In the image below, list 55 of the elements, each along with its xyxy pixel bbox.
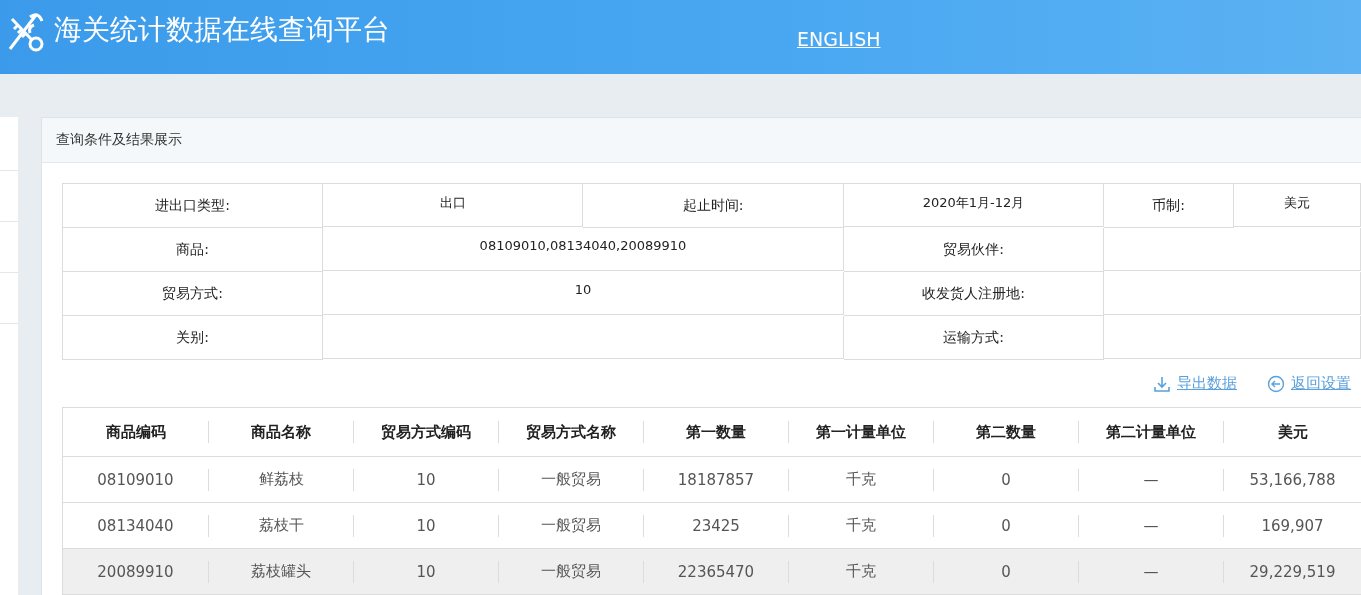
column-header: 美元 — [1277, 422, 1308, 442]
table-cell: 10 — [416, 470, 436, 489]
table-cell: 一般贸易 — [541, 562, 601, 581]
condition-label: 币制: — [1104, 184, 1234, 228]
table-cell: 10 — [416, 562, 436, 581]
condition-label: 收发货人注册地: — [844, 272, 1104, 316]
condition-label: 起止时间: — [583, 184, 844, 228]
download-icon — [1153, 374, 1171, 393]
table-cell: 0 — [1001, 470, 1011, 489]
column-header: 贸易方式名称 — [526, 422, 616, 442]
condition-value: 美元 — [1234, 184, 1361, 227]
table-cell: 29,229,519 — [1249, 562, 1336, 581]
panel-title: 查询条件及结果展示 — [56, 131, 182, 149]
condition-value: 10 — [323, 272, 844, 315]
table-cell: 0 — [1001, 562, 1011, 581]
table-cell: 鲜荔枝 — [258, 470, 304, 489]
table-cell: 08134040 — [97, 516, 174, 535]
table-cell: 10 — [416, 516, 436, 535]
condition-label: 商品: — [63, 228, 323, 272]
table-cell: 荔枝干 — [258, 516, 304, 535]
site-title: 海关统计数据在线查询平台 — [54, 12, 390, 48]
column-header: 第二计量单位 — [1106, 422, 1196, 442]
condition-label: 进出口类型: — [63, 184, 323, 228]
condition-label: 关别: — [63, 316, 323, 360]
condition-value: 出口 — [323, 184, 583, 227]
table-cell: 08109010 — [97, 470, 174, 489]
condition-label: 贸易方式: — [63, 272, 323, 316]
table-cell: 23425 — [692, 516, 740, 535]
column-header: 商品编码 — [105, 422, 166, 442]
table-cell: — — [1143, 470, 1159, 489]
table-cell: 20089910 — [97, 562, 174, 581]
column-header: 贸易方式编码 — [381, 422, 471, 442]
table-cell: 千克 — [846, 516, 876, 535]
table-cell: 千克 — [846, 562, 876, 581]
table-cell: 一般贸易 — [541, 470, 601, 489]
table-cell: 53,166,788 — [1249, 470, 1336, 489]
table-row[interactable]: 20089910 荔枝罐头 10 一般贸易 22365470 千克 0 — 29,229,519 — [63, 549, 1361, 594]
table-cell: 一般贸易 — [541, 516, 601, 535]
column-header: 第二数量 — [976, 422, 1036, 442]
table-cell: 千克 — [846, 470, 876, 489]
table-cell: 18187857 — [677, 470, 755, 489]
table-cell: 22365470 — [677, 562, 755, 581]
table-cell: — — [1143, 516, 1159, 535]
table-cell: 169,907 — [1261, 516, 1324, 535]
condition-value: 2020年1月-12月 — [844, 184, 1104, 227]
table-cell: 0 — [1001, 516, 1011, 535]
column-header: 商品名称 — [251, 422, 311, 442]
table-cell: — — [1143, 562, 1159, 581]
column-header: 第一计量单位 — [816, 422, 906, 442]
condition-value: 08109010,08134040,20089910 — [323, 228, 844, 271]
condition-label: 运输方式: — [844, 316, 1104, 360]
condition-label: 贸易伙伴: — [844, 228, 1104, 272]
key-icon — [6, 11, 46, 53]
column-header: 第一数量 — [686, 422, 746, 442]
table-cell: 荔枝罐头 — [251, 562, 311, 581]
